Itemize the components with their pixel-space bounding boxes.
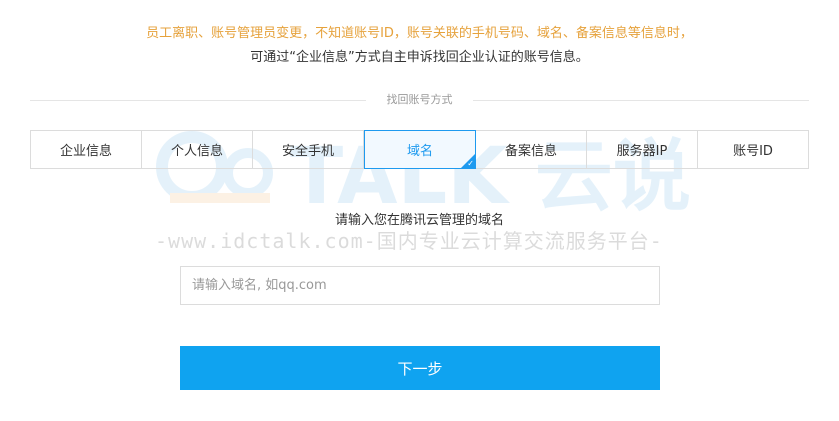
tab-enterprise-info[interactable]: 企业信息 bbox=[31, 131, 142, 168]
tab-personal-info[interactable]: 个人信息 bbox=[142, 131, 253, 168]
notice-info-line: 可通过“企业信息”方式自主申诉找回企业认证的账号信息。 bbox=[250, 50, 589, 65]
tab-domain-label: 域名 bbox=[406, 144, 433, 159]
domain-input[interactable] bbox=[180, 266, 660, 305]
tab-account-id[interactable]: 账号ID bbox=[698, 131, 808, 168]
section-divider: 找回账号方式 bbox=[30, 91, 809, 109]
next-step-button[interactable]: 下一步 bbox=[180, 346, 660, 390]
tab-server-ip[interactable]: 服务器IP bbox=[587, 131, 698, 168]
recovery-method-tabs: 企业信息 个人信息 安全手机 域名 ✓ 备案信息 服务器IP 账号ID bbox=[30, 130, 809, 169]
divider-line-right bbox=[473, 100, 809, 101]
check-icon: ✓ bbox=[467, 159, 474, 168]
notice-warning-line: 员工离职、账号管理员变更，不知道账号ID，账号关联的手机号码、域名、备案信息等信… bbox=[146, 26, 693, 41]
tab-filing-info[interactable]: 备案信息 bbox=[476, 131, 587, 168]
tab-domain[interactable]: 域名 ✓ bbox=[364, 130, 476, 169]
tab-security-phone[interactable]: 安全手机 bbox=[253, 131, 364, 168]
domain-prompt: 请输入您在腾讯云管理的域名 bbox=[334, 213, 504, 228]
